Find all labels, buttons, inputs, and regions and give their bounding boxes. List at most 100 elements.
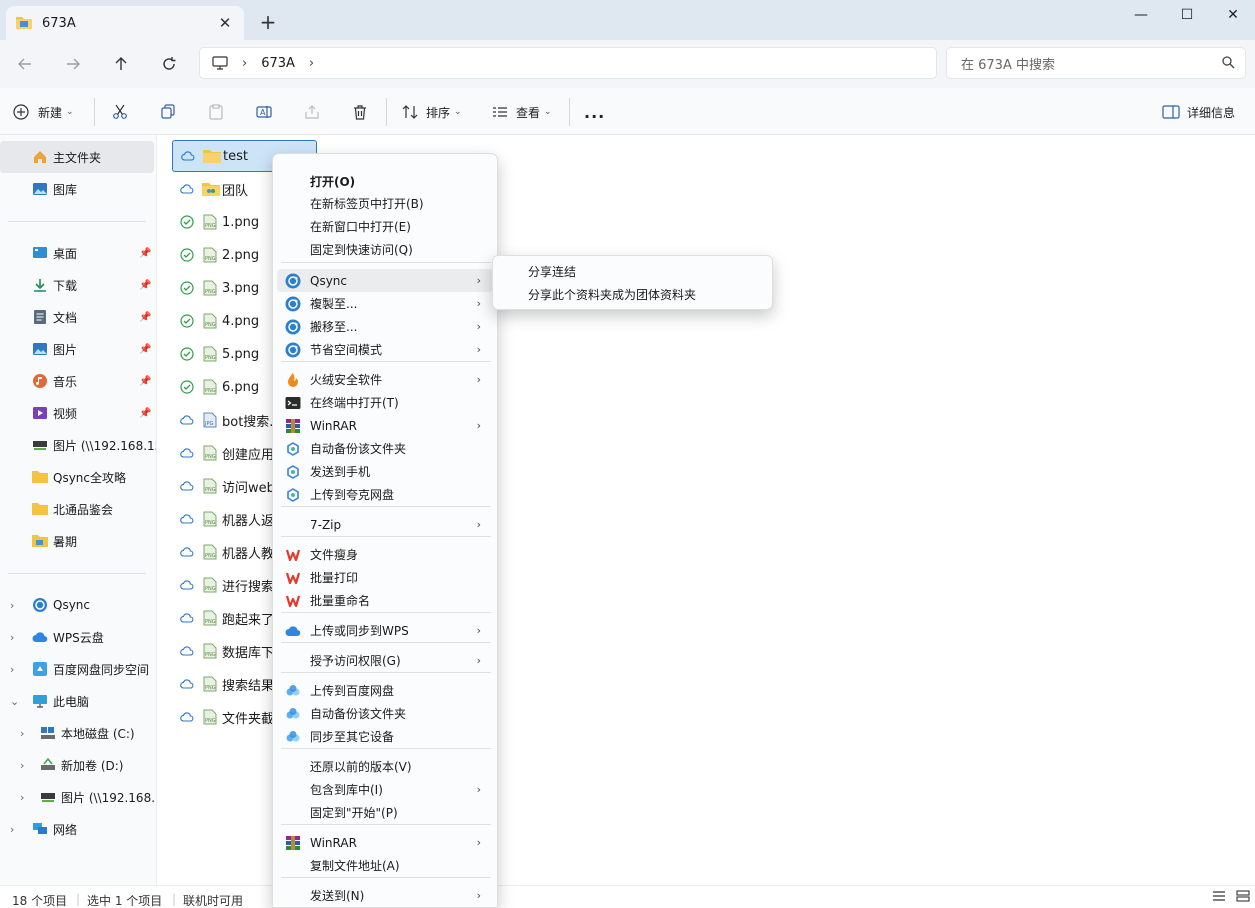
sidebar-item-pictures[interactable]: 图片 📌 (0, 333, 156, 365)
up-button[interactable] (106, 50, 136, 78)
pin-icon[interactable]: 📌 (139, 312, 151, 323)
sort-button[interactable]: 排序 ⌄ (402, 98, 462, 126)
sidebar-item-downloads[interactable]: 下载 📌 (0, 269, 156, 301)
menu-item[interactable]: 同步至其它设备 (277, 725, 493, 748)
menu-item[interactable]: 上传或同步到WPS › (277, 619, 493, 642)
share-as-team-folder-item[interactable]: 分享此个资料夹成为团体资料夹 (528, 286, 696, 303)
menu-item[interactable]: 7-Zip › (277, 513, 493, 536)
svg-text:PNG: PNG (205, 553, 216, 559)
menu-item[interactable]: Qsync › (277, 269, 493, 292)
menu-item[interactable]: WinRAR › (277, 831, 493, 854)
cut-button[interactable] (106, 98, 134, 126)
menu-item[interactable]: 在终端中打开(T) (277, 391, 493, 414)
address-bar[interactable]: › 673A › (199, 47, 937, 79)
menu-item[interactable]: 固定到"开始"(P) (277, 801, 493, 824)
tiles-view-icon[interactable] (1236, 890, 1250, 905)
more-options-button[interactable]: ... (584, 98, 605, 126)
menu-item[interactable]: 上传到百度网盘 (277, 679, 493, 702)
copy-button[interactable] (154, 98, 182, 126)
share-link-item[interactable]: 分享连结 (528, 263, 576, 280)
share-button[interactable] (298, 98, 326, 126)
sidebar-item-beitong[interactable]: 北通品鉴会 (0, 493, 156, 525)
chevron-right-icon[interactable]: › (20, 759, 24, 772)
menu-item-label: 复制文件地址(A) (310, 859, 400, 873)
sidebar-item-network-pictures[interactable]: 图片 (\\192.168.15 (0, 429, 156, 461)
chevron-right-icon[interactable]: › (10, 663, 14, 676)
sidebar-item-desktop[interactable]: 桌面 📌 (0, 237, 156, 269)
sidebar-item-music[interactable]: 音乐 📌 (0, 365, 156, 397)
menu-item[interactable]: 搬移至... › (277, 315, 493, 338)
chevron-right-icon[interactable]: › (10, 599, 14, 612)
sidebar-item-qsync-guide[interactable]: Qsync全攻略 (0, 461, 156, 493)
chevron-right-icon[interactable]: › (242, 56, 247, 71)
menu-item[interactable]: 自动备份该文件夹 (277, 702, 493, 725)
minimize-button[interactable]: — (1118, 0, 1164, 30)
chevron-right-icon[interactable]: › (20, 727, 24, 740)
close-window-button[interactable]: ✕ (1210, 0, 1255, 30)
chevron-right-icon[interactable]: › (20, 791, 24, 804)
chevron-right-icon: › (476, 297, 481, 310)
details-pane-button[interactable]: 详细信息 (1162, 98, 1235, 126)
menu-item[interactable]: 包含到库中(I) › (277, 778, 493, 801)
menu-item[interactable]: 发送到手机 (277, 460, 493, 483)
menu-item[interactable]: 上传到夸克网盘 (277, 483, 493, 506)
sidebar-item-network[interactable]: › 网络 (0, 813, 156, 845)
chevron-right-icon[interactable]: › (10, 631, 14, 644)
menu-item[interactable]: 複製至... › (277, 292, 493, 315)
folder-icon (16, 15, 32, 32)
new-tab-button[interactable]: + (257, 12, 279, 34)
sidebar-item-baidu-sync[interactable]: › 百度网盘同步空间 (0, 653, 156, 685)
sidebar-item-documents[interactable]: 文档 📌 (0, 301, 156, 333)
sidebar-item-home[interactable]: 主文件夹 (0, 141, 154, 173)
view-button[interactable]: 查看 ⌄ (492, 98, 552, 126)
sidebar-item-summer[interactable]: 暑期 (0, 525, 156, 557)
search-input[interactable]: 在 673A 中搜索 (946, 47, 1246, 79)
cloud-status-icon (180, 611, 194, 625)
tab-673a[interactable]: 673A ✕ (6, 6, 244, 40)
menu-item[interactable]: 发送到(N) › (277, 884, 493, 907)
pin-icon[interactable]: 📌 (139, 344, 151, 355)
sidebar-item-gallery[interactable]: 图库 (0, 173, 156, 205)
menu-item[interactable]: 授予访问权限(G) › (277, 649, 493, 672)
close-tab-icon[interactable]: ✕ (216, 14, 234, 32)
maximize-button[interactable]: ☐ (1164, 0, 1210, 30)
sidebar-item-this-pc[interactable]: ⌄ 此电脑 (0, 685, 156, 717)
refresh-button[interactable] (154, 50, 184, 78)
menu-item-label: 固定到快速访问(Q) (310, 243, 413, 257)
breadcrumb-673a[interactable]: 673A (261, 56, 295, 71)
menu-item[interactable]: 打开(O) (277, 170, 493, 193)
menu-item[interactable]: 复制文件地址(A) (277, 854, 493, 877)
paste-button[interactable] (202, 98, 230, 126)
terminal-icon (285, 395, 301, 411)
sidebar-item-network-pictures-tree[interactable]: › 图片 (\\192.168.1 (0, 781, 156, 813)
sidebar-item-drive-d[interactable]: › 新加卷 (D:) (0, 749, 156, 781)
menu-item[interactable]: 自动备份该文件夹 (277, 437, 493, 460)
sidebar-item-drive-c[interactable]: › 本地磁盘 (C:) (0, 717, 156, 749)
menu-item[interactable]: WinRAR › (277, 414, 493, 437)
menu-item[interactable]: 批量打印 (277, 566, 493, 589)
menu-item[interactable]: 固定到快速访问(Q) (277, 238, 493, 261)
menu-item[interactable]: 文件瘦身 (277, 543, 493, 566)
sidebar-item-qsync[interactable]: › Qsync (0, 589, 156, 621)
delete-button[interactable] (346, 98, 374, 126)
menu-item[interactable]: 在新标签页中打开(B) (277, 192, 493, 215)
pin-icon[interactable]: 📌 (139, 280, 151, 291)
sidebar-item-wps-cloud[interactable]: › WPS云盘 (0, 621, 156, 653)
pin-icon[interactable]: 📌 (139, 408, 151, 419)
menu-item[interactable]: 在新窗口中打开(E) (277, 215, 493, 238)
pin-icon[interactable]: 📌 (139, 248, 151, 259)
chevron-right-icon[interactable]: › (309, 56, 314, 71)
menu-item[interactable]: 批量重命名 (277, 589, 493, 612)
menu-item[interactable]: 火绒安全软件 › (277, 368, 493, 391)
menu-item[interactable]: 节省空间模式 › (277, 338, 493, 361)
details-view-icon[interactable] (1212, 890, 1226, 905)
forward-button[interactable] (58, 50, 88, 78)
pin-icon[interactable]: 📌 (139, 376, 151, 387)
chevron-down-icon[interactable]: ⌄ (10, 695, 19, 708)
new-button[interactable]: 新建 ⌄ (12, 98, 74, 126)
rename-button[interactable]: A (250, 98, 278, 126)
menu-item[interactable]: 还原以前的版本(V) (277, 755, 493, 778)
sidebar-item-videos[interactable]: 视频 📌 (0, 397, 156, 429)
back-button[interactable] (10, 50, 40, 78)
chevron-right-icon[interactable]: › (10, 823, 14, 836)
